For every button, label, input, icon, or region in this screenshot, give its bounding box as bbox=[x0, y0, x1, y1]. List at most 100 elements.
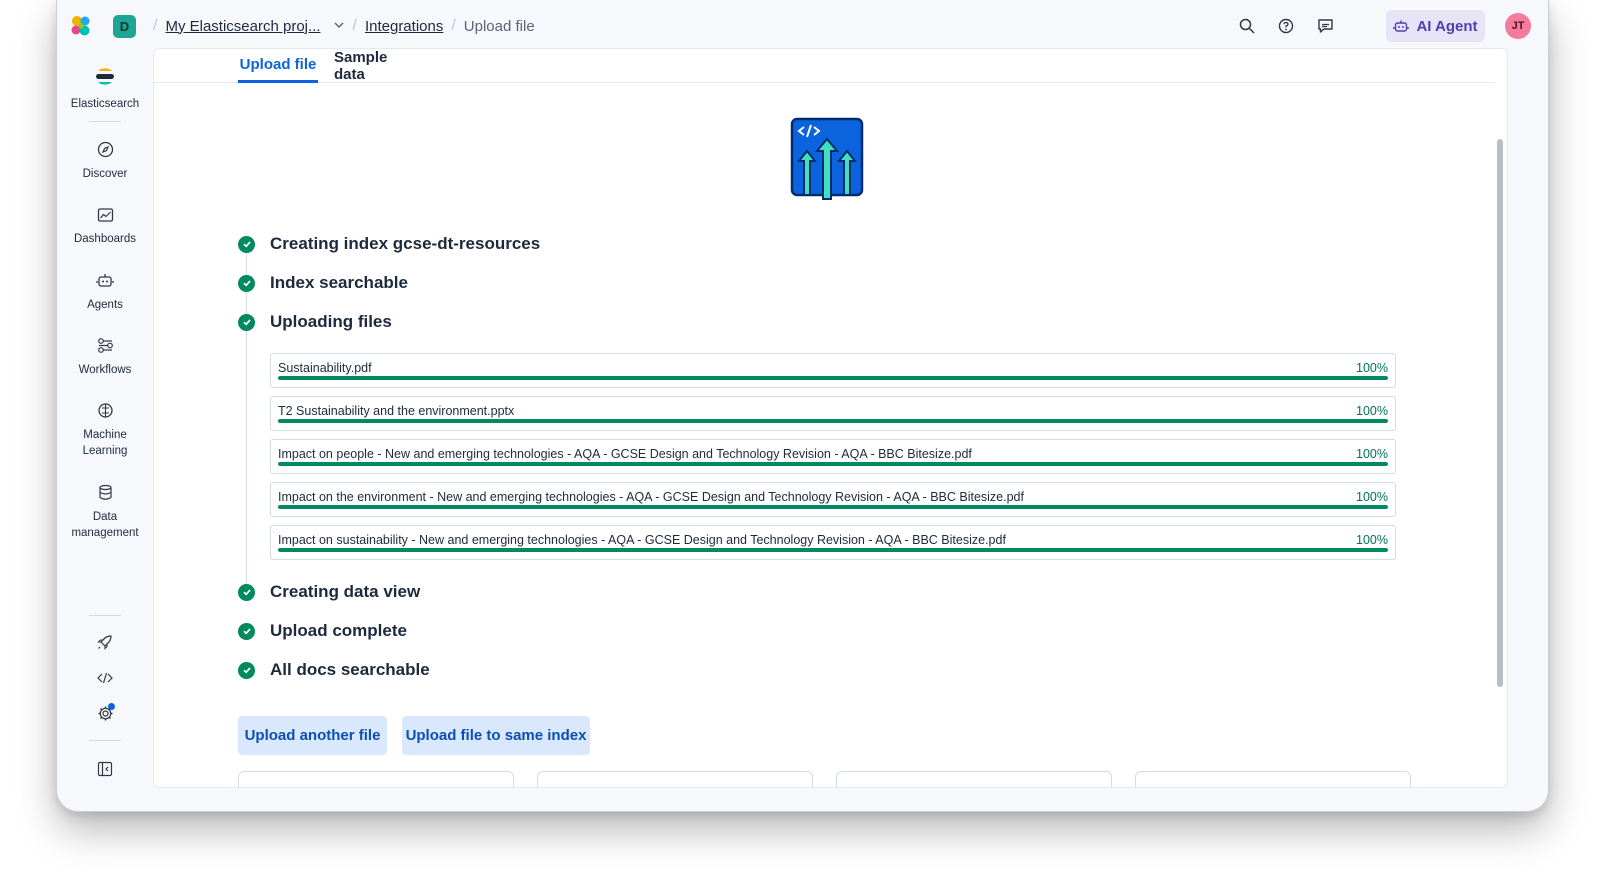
sidebar-item-workflows[interactable]: Workflows bbox=[57, 337, 153, 378]
sidebar-item-discover[interactable]: Discover bbox=[57, 141, 153, 182]
check-circle-icon bbox=[238, 274, 255, 292]
dashboards-icon bbox=[97, 208, 113, 222]
step-uploading-files: Uploading files bbox=[238, 310, 392, 334]
help-icon[interactable] bbox=[1276, 16, 1296, 36]
next-step-card[interactable] bbox=[836, 771, 1112, 787]
sidebar-divider bbox=[89, 615, 121, 616]
elastic-logo-icon[interactable] bbox=[69, 14, 93, 38]
next-step-card[interactable] bbox=[537, 771, 813, 787]
app-window: D / My Elasticsearch proj... / Integrati… bbox=[56, 0, 1549, 812]
file-name: Sustainability.pdf bbox=[278, 361, 372, 375]
user-avatar[interactable]: JT bbox=[1505, 13, 1531, 39]
file-progress-row: Sustainability.pdf 100% bbox=[270, 353, 1396, 388]
breadcrumb-integrations[interactable]: Integrations bbox=[365, 18, 443, 35]
file-progress-label: 100% bbox=[1356, 404, 1388, 418]
tab-sample-data[interactable]: Sample data bbox=[334, 49, 422, 83]
machine-learning-icon bbox=[97, 403, 113, 418]
collapse-icon[interactable] bbox=[95, 759, 115, 779]
file-progress-row: Impact on the environment - New and emer… bbox=[270, 482, 1396, 517]
breadcrumb-separator: / bbox=[352, 17, 357, 34]
feedback-icon[interactable] bbox=[1315, 16, 1335, 36]
progress-bar bbox=[278, 548, 1388, 552]
sidebar-item-dashboards[interactable]: Dashboards bbox=[57, 207, 153, 247]
step-creating-index: Creating index gcse-dt-resources bbox=[238, 232, 540, 256]
tab-bar: Upload file Sample data bbox=[154, 49, 1494, 83]
step-creating-data-view: Creating data view bbox=[238, 580, 420, 604]
step-index-searchable: Index searchable bbox=[238, 271, 408, 295]
upload-illustration-icon bbox=[790, 117, 864, 200]
sidebar-item-agents[interactable]: Agents bbox=[57, 272, 153, 313]
check-circle-icon bbox=[238, 622, 255, 640]
sidebar-item-label: Workflows bbox=[78, 364, 132, 376]
sidebar-item-label: Data management bbox=[71, 511, 139, 539]
side-navigation: Elasticsearch Discover Dashboards Agents… bbox=[57, 52, 153, 811]
breadcrumb-separator: / bbox=[153, 17, 158, 34]
file-progress-label: 100% bbox=[1356, 533, 1388, 547]
ai-agent-button[interactable]: AI Agent bbox=[1386, 10, 1485, 42]
space-avatar[interactable]: D bbox=[113, 15, 136, 38]
sidebar-item-machine-learning[interactable]: Machine Learning bbox=[57, 402, 153, 459]
file-name: Impact on the environment - New and emer… bbox=[278, 490, 1024, 504]
progress-bar-fill bbox=[278, 376, 1388, 380]
progress-bar-fill bbox=[278, 548, 1388, 552]
data-management-icon bbox=[98, 484, 112, 500]
file-progress-label: 100% bbox=[1356, 490, 1388, 504]
chevron-down-icon[interactable] bbox=[333, 19, 345, 34]
check-circle-icon bbox=[238, 235, 255, 253]
file-name: Impact on sustainability - New and emerg… bbox=[278, 533, 1006, 547]
progress-bar-fill bbox=[278, 462, 1388, 466]
check-circle-icon bbox=[238, 661, 255, 679]
notification-dot bbox=[108, 703, 115, 710]
discover-icon bbox=[97, 141, 113, 158]
robot-icon bbox=[1393, 20, 1410, 32]
elasticsearch-logo-icon bbox=[96, 68, 114, 85]
sidebar-item-elasticsearch[interactable]: Elasticsearch bbox=[57, 66, 153, 112]
progress-bar bbox=[278, 419, 1388, 423]
ai-agent-label: AI Agent bbox=[1416, 17, 1478, 35]
progress-bar-fill bbox=[278, 419, 1388, 423]
step-label: Index searchable bbox=[270, 273, 408, 292]
sidebar-divider bbox=[89, 121, 121, 122]
check-circle-icon bbox=[238, 583, 255, 601]
search-icon[interactable] bbox=[1237, 16, 1257, 36]
main-panel: Upload file Sample data Creating index g… bbox=[153, 48, 1508, 788]
sidebar-item-label: Agents bbox=[87, 299, 123, 311]
progress-bar-fill bbox=[278, 505, 1388, 509]
vertical-scrollbar[interactable] bbox=[1497, 139, 1503, 687]
workflows-icon bbox=[97, 338, 113, 353]
upload-another-file-button[interactable]: Upload another file bbox=[238, 716, 387, 755]
sidebar-divider bbox=[89, 740, 121, 741]
sidebar-item-data-management[interactable]: Data management bbox=[57, 484, 153, 541]
step-label: All docs searchable bbox=[270, 660, 430, 679]
rocket-icon[interactable] bbox=[95, 632, 115, 652]
agents-icon bbox=[96, 274, 114, 287]
steps-timeline-line bbox=[246, 249, 247, 589]
progress-bar bbox=[278, 505, 1388, 509]
breadcrumb: / My Elasticsearch proj... / Integration… bbox=[153, 0, 535, 52]
check-circle-icon bbox=[238, 313, 255, 331]
file-progress-label: 100% bbox=[1356, 361, 1388, 375]
file-progress-row: Impact on sustainability - New and emerg… bbox=[270, 525, 1396, 560]
sidebar-item-label: Machine Learning bbox=[82, 429, 128, 457]
step-label: Uploading files bbox=[270, 312, 392, 331]
breadcrumb-project[interactable]: My Elasticsearch proj... bbox=[165, 18, 320, 35]
step-label: Creating index gcse-dt-resources bbox=[270, 234, 541, 253]
next-step-card[interactable] bbox=[238, 771, 514, 787]
file-progress-row: T2 Sustainability and the environment.pp… bbox=[270, 396, 1396, 431]
file-progress-row: Impact on people - New and emerging tech… bbox=[270, 439, 1396, 474]
step-label: Upload complete bbox=[270, 621, 407, 640]
next-step-card[interactable] bbox=[1135, 771, 1411, 787]
step-label: Creating data view bbox=[270, 582, 421, 601]
upload-file-to-same-index-button[interactable]: Upload file to same index bbox=[402, 716, 590, 755]
tab-upload-file[interactable]: Upload file bbox=[238, 49, 318, 83]
sidebar-brand-label: Elasticsearch bbox=[70, 98, 140, 110]
code-icon[interactable] bbox=[95, 668, 115, 688]
step-upload-complete: Upload complete bbox=[238, 619, 407, 643]
top-header: D / My Elasticsearch proj... / Integrati… bbox=[57, 0, 1548, 52]
progress-bar bbox=[278, 462, 1388, 466]
file-name: T2 Sustainability and the environment.pp… bbox=[278, 404, 515, 418]
file-progress-label: 100% bbox=[1356, 447, 1388, 461]
sidebar-item-label: Dashboards bbox=[73, 233, 136, 245]
progress-bar bbox=[278, 376, 1388, 380]
breadcrumb-separator: / bbox=[451, 17, 456, 34]
